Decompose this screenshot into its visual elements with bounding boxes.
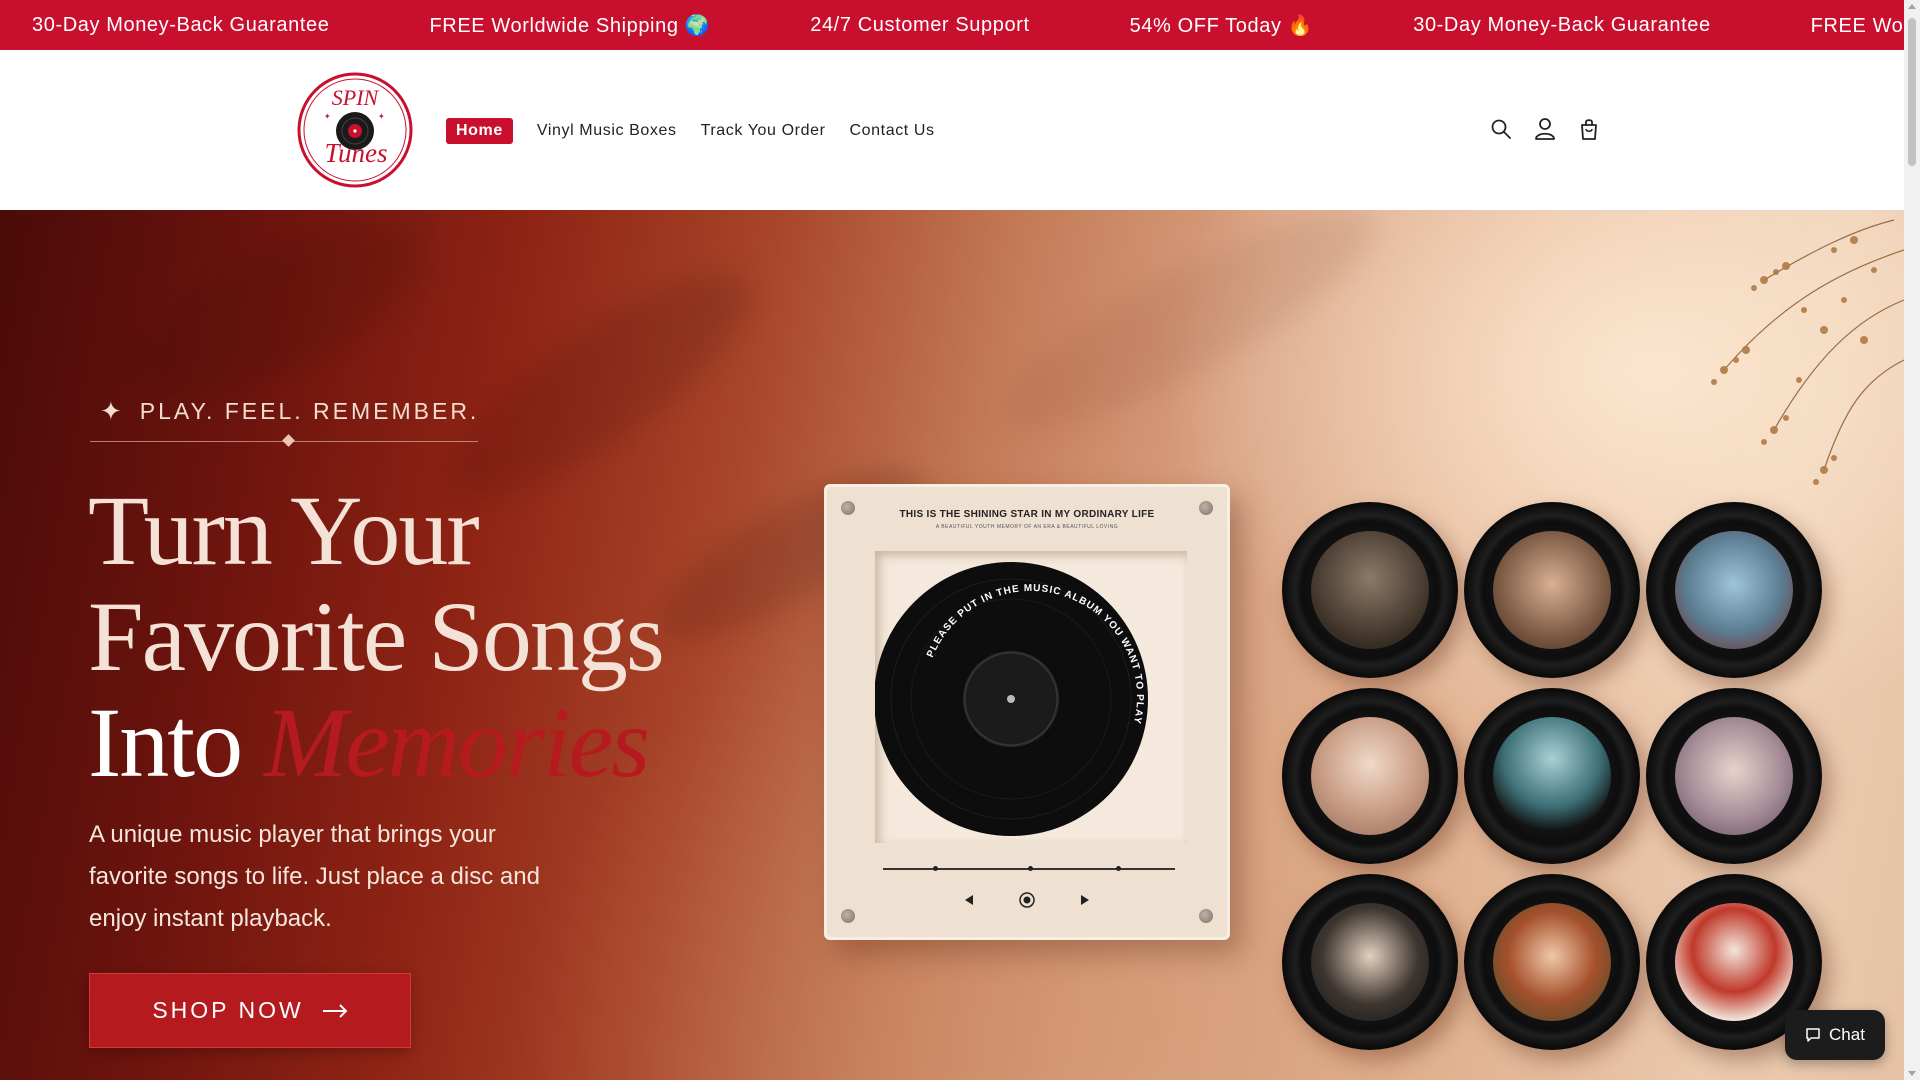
- headline-line-3: Into Memories: [88, 690, 663, 796]
- hero-subtext: A unique music player that brings your f…: [89, 821, 540, 932]
- announcement-track: 30-Day Money-Back Guarantee FREE Worldwi…: [32, 0, 1904, 50]
- disc-artwork: [1493, 903, 1611, 1021]
- header-icons: [1486, 114, 1618, 144]
- vinyl-disc: [1282, 688, 1458, 864]
- disc-artwork: [1675, 717, 1793, 835]
- previous-icon[interactable]: [963, 894, 975, 906]
- disc-artwork: [1493, 717, 1611, 835]
- logo-emblem-icon: SPIN Tunes ✦ ✦: [297, 72, 413, 188]
- svg-text:Tunes: Tunes: [324, 138, 387, 168]
- nav-item-vinyl-music-boxes[interactable]: Vinyl Music Boxes: [537, 119, 677, 143]
- chat-bubble-icon: [1806, 1028, 1820, 1042]
- svg-text:✦: ✦: [324, 112, 331, 121]
- play-pause-icon[interactable]: [1019, 892, 1035, 908]
- headline-line-1: Turn Your: [88, 475, 480, 586]
- account-icon[interactable]: [1530, 114, 1560, 144]
- hero-banner: ✦ PLAY. FEEL. REMEMBER. Turn Your Favori…: [0, 210, 1904, 1080]
- product-music-box: THIS IS THE SHINING STAR IN MY ORDINARY …: [824, 484, 1230, 940]
- hero-headline: Turn Your Favorite Songs Into Memories: [88, 475, 665, 796]
- screw-icon: [841, 909, 855, 923]
- shop-now-label: SHOP NOW: [152, 997, 304, 1023]
- sparkle-icon: ✦: [100, 396, 122, 426]
- divider-diamond-icon: [282, 434, 295, 447]
- site-header: SPIN Tunes ✦ ✦ Home Vinyl Music Boxes Tr…: [0, 50, 1904, 210]
- headline-line-3-prefix: Into: [88, 687, 265, 798]
- vinyl-disc: [1646, 688, 1822, 864]
- vinyl-disc: [1464, 688, 1640, 864]
- main-nav: Home Vinyl Music Boxes Track You Order C…: [446, 118, 959, 144]
- dried-flowers-decor: [1711, 219, 1904, 485]
- announcement-item: 54% OFF Today 🔥: [1129, 14, 1314, 37]
- headline-line-2: Favorite Songs: [88, 581, 665, 692]
- vinyl-disc: [1646, 502, 1822, 678]
- vinyl-disc: [1464, 874, 1640, 1050]
- brand-logo[interactable]: SPIN Tunes ✦ ✦: [296, 71, 414, 189]
- disc-artwork: [1675, 531, 1793, 649]
- vinyl-disc: [1464, 502, 1640, 678]
- announcement-item: FREE Worldwide Shipping 🌍: [1810, 14, 1904, 37]
- disc-artwork: [1311, 903, 1429, 1021]
- svg-text:✦: ✦: [378, 112, 385, 121]
- hero-tagline-row: ✦ PLAY. FEEL. REMEMBER.: [100, 396, 479, 427]
- shop-now-button[interactable]: SHOP NOW: [89, 973, 411, 1048]
- search-icon[interactable]: [1486, 114, 1516, 144]
- nav-item-track-order[interactable]: Track You Order: [701, 119, 826, 143]
- vinyl-disc: [1282, 502, 1458, 678]
- announcement-item: 30-Day Money-Back Guarantee: [32, 13, 330, 36]
- disc-artwork: [1675, 903, 1793, 1021]
- disc-artwork: [1311, 717, 1429, 835]
- decor-shadow: [981, 210, 1399, 463]
- vinyl-disc: [1282, 874, 1458, 1050]
- disc-artwork: [1311, 531, 1429, 649]
- vinyl-record-icon: PLEASE PUT IN THE MUSIC ALBUM YOU WANT T…: [874, 562, 1148, 836]
- hero-tagline: PLAY. FEEL. REMEMBER.: [139, 398, 480, 424]
- playback-progress[interactable]: [883, 866, 1175, 871]
- chat-label: Chat: [1829, 1025, 1865, 1044]
- scroll-thumb[interactable]: [1908, 18, 1916, 166]
- announcement-item: 30-Day Money-Back Guarantee: [1413, 13, 1711, 36]
- progress-marker: [1028, 866, 1033, 871]
- announcement-item: 24/7 Customer Support: [810, 13, 1030, 36]
- announcement-bar: 30-Day Money-Back Guarantee FREE Worldwi…: [0, 0, 1904, 50]
- scroll-up-icon[interactable]: [1908, 4, 1916, 9]
- product-title: THIS IS THE SHINING STAR IN MY ORDINARY …: [899, 509, 1155, 520]
- product-subtitle: A BEAUTIFUL YOUTH MEMORY OF AN ERA & BEA…: [935, 524, 1119, 530]
- progress-marker: [933, 866, 938, 871]
- page-scrollbar[interactable]: [1904, 0, 1920, 1080]
- headline-accent: Memories: [264, 687, 650, 798]
- record-window: PLEASE PUT IN THE MUSIC ALBUM YOU WANT T…: [874, 551, 1187, 843]
- svg-text:SPIN: SPIN: [332, 85, 380, 110]
- arrow-right-icon: [322, 1003, 348, 1018]
- next-icon[interactable]: [1079, 894, 1091, 906]
- chat-button[interactable]: Chat: [1785, 1010, 1885, 1060]
- screw-icon: [1199, 909, 1213, 923]
- disc-artwork: [1493, 531, 1611, 649]
- announcement-item: FREE Worldwide Shipping 🌍: [429, 14, 711, 37]
- nav-item-home[interactable]: Home: [446, 118, 513, 144]
- progress-marker: [1116, 866, 1121, 871]
- nav-item-contact-us[interactable]: Contact Us: [850, 119, 935, 143]
- scroll-down-icon[interactable]: [1908, 1071, 1916, 1076]
- playback-controls: [827, 892, 1227, 908]
- cart-icon[interactable]: [1574, 114, 1604, 144]
